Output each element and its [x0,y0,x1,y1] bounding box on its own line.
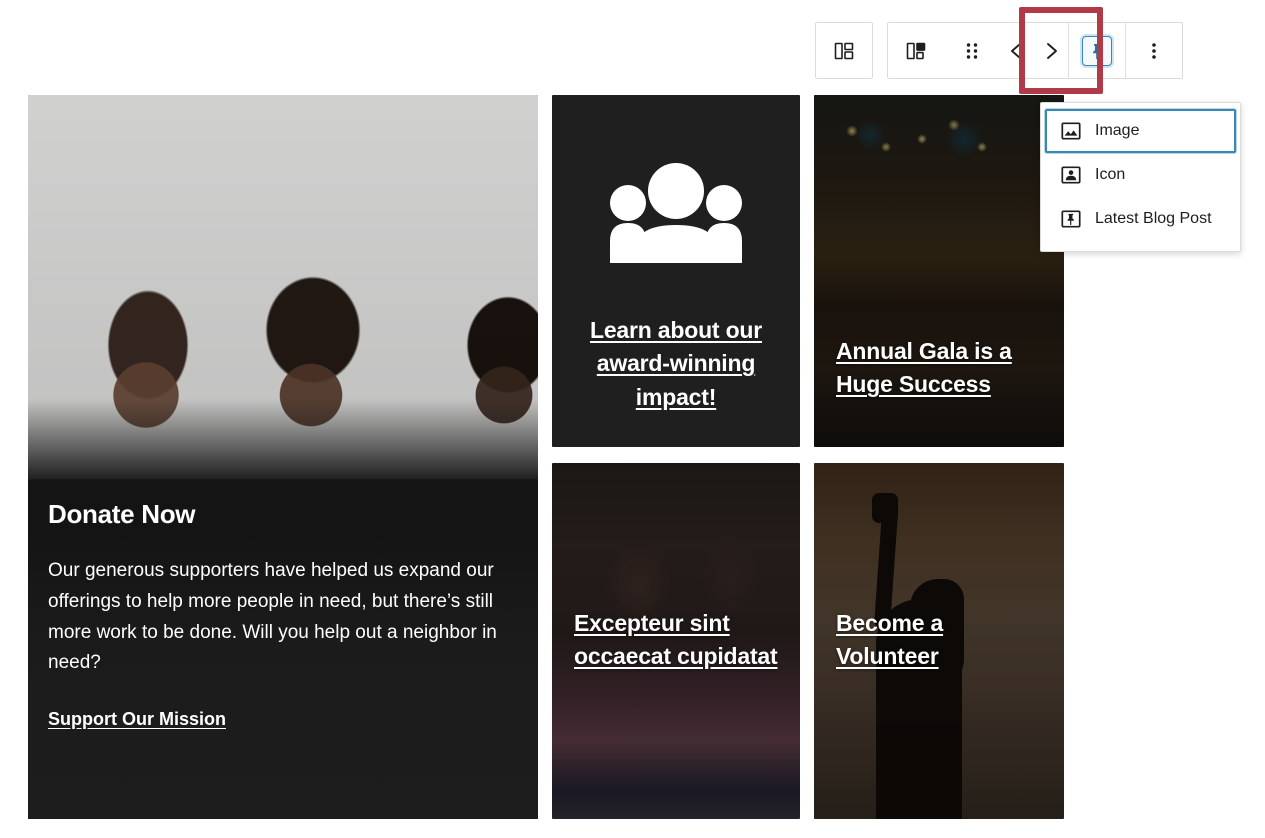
latest-blog-post-button[interactable] [1069,23,1125,78]
more-options-button[interactable] [1126,23,1182,78]
become-volunteer-link[interactable]: Become a Volunteer [836,607,1046,674]
block-layout-icon [832,39,856,63]
more-vertical-icon [1151,39,1157,63]
people-group-icon [610,163,742,268]
block-inserter-button[interactable] [816,23,872,78]
dropdown-item-latest-blog-post-label: Latest Blog Post [1095,210,1212,227]
toolbar-group-inserter [815,22,873,79]
dropdown-item-icon-label: Icon [1095,166,1126,183]
impact-link[interactable]: Learn about our award-winning impact! [552,314,800,414]
dropdown-item-image[interactable]: Image [1045,109,1236,153]
person-icon [1059,163,1083,187]
dropdown-item-latest-blog-post[interactable]: Latest Blog Post [1045,197,1236,241]
drag-handle-button[interactable] [944,23,1000,78]
block-toolbar [815,22,1183,79]
card-annual-gala[interactable]: Annual Gala is a Huge Success [814,95,1064,447]
card-become-volunteer[interactable]: Become a Volunteer [814,463,1064,819]
support-our-mission-link[interactable]: Support Our Mission [48,709,226,730]
donate-body-text: Our generous supporters have helped us e… [48,560,497,674]
block-variation-dropdown: Image Icon Latest Blog Post [1040,102,1241,252]
move-left-button[interactable] [1000,23,1034,78]
pin-icon [1082,35,1112,66]
donate-title: Donate Now [48,499,196,529]
card-impact[interactable]: Learn about our award-winning impact! [552,95,800,447]
chevron-right-icon [1041,40,1061,62]
card-donate-now[interactable]: Donate Now Our generous supporters have … [28,95,538,819]
move-right-button[interactable] [1034,23,1068,78]
excepteur-link[interactable]: Excepteur sint occaecat cupidatat [574,607,782,674]
dropdown-item-icon[interactable]: Icon [1045,153,1236,197]
donate-content: Donate Now Our generous supporters have … [48,499,518,730]
chevron-left-icon [1007,40,1027,62]
block-type-button[interactable] [888,23,944,78]
pin-icon [1059,207,1083,231]
toolbar-group-block-controls [887,22,1183,79]
annual-gala-link[interactable]: Annual Gala is a Huge Success [836,335,1046,402]
dropdown-item-image-label: Image [1095,122,1140,139]
block-type-icon [904,39,928,63]
drag-handle-icon [963,39,981,63]
block-grid: Donate Now Our generous supporters have … [28,95,1064,819]
card-excepteur[interactable]: Excepteur sint occaecat cupidatat [552,463,800,819]
image-icon [1059,119,1083,143]
